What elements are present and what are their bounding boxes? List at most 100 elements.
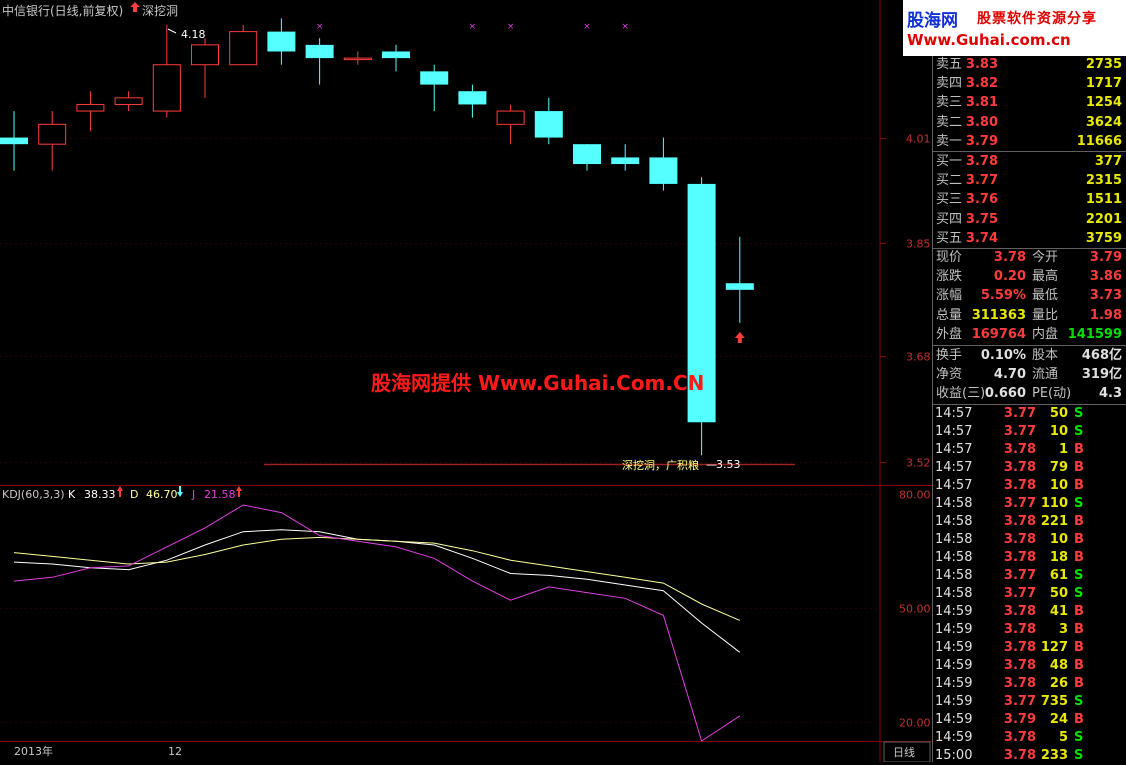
tick-price: 3.77 [1003, 568, 1036, 583]
info-left: 涨跌 0.20 [934, 267, 1030, 286]
tick-volume: 735 [1040, 694, 1068, 709]
candle[interactable] [420, 64, 449, 112]
kdj-k-legend-value: 38.33 [84, 488, 116, 501]
candle-body [725, 283, 754, 290]
candle[interactable] [343, 51, 372, 65]
ask-price: 3.81 [965, 95, 998, 111]
kdj-line-k[interactable] [13, 529, 741, 653]
info-label: 流通 [1032, 367, 1059, 383]
buy-arrow-icon [734, 332, 745, 343]
info-label: 总量 [936, 307, 963, 323]
info-left: 换手 0.10% [934, 346, 1030, 365]
kdj-lines[interactable] [13, 504, 741, 742]
tick-row: 14:58 3.78 221 B [934, 513, 1126, 531]
tick-row: 14:59 3.78 3 B [934, 621, 1126, 639]
period-label[interactable]: 日线 [893, 745, 915, 759]
signal-x-marker: × [469, 22, 477, 32]
kdj-grid: 80.00 50.00 20.00 [0, 489, 931, 730]
tick-side: B [1074, 532, 1084, 547]
tick-row: 14:57 3.77 50 S [934, 405, 1126, 423]
tick-volume: 233 [1040, 748, 1068, 763]
tick-side: B [1074, 676, 1084, 691]
info-value: 5.59% [980, 288, 1026, 304]
candle[interactable] [76, 91, 105, 131]
ask-volume: 1254 [1085, 95, 1122, 111]
info-right: 流通 319亿 [1030, 365, 1126, 384]
tick-side: B [1074, 514, 1084, 529]
candle-body [496, 110, 525, 125]
info-value: 3.73 [1089, 288, 1122, 304]
tick-price: 3.77 [1003, 694, 1036, 709]
info-label: 最高 [1032, 269, 1059, 285]
info-right: 量比 1.98 [1030, 306, 1126, 325]
price-tick-label: 3.68 [906, 351, 931, 364]
tick-row: 14:58 3.78 10 B [934, 531, 1126, 549]
bid-price: 3.75 [965, 211, 998, 227]
candle[interactable] [458, 84, 487, 118]
high-pointer [167, 28, 177, 34]
tick-time: 14:59 [935, 640, 973, 655]
tick-row: 14:58 3.77 110 S [934, 495, 1126, 513]
chart-area[interactable]: 4.01 3.85 3.68 3.52 80.00 50.00 20.00 × × × × × 中… [0, 0, 934, 762]
tick-volume: 41 [1049, 604, 1068, 619]
tick-volume: 18 [1049, 550, 1068, 565]
candle[interactable] [687, 177, 716, 456]
info-label: 现价 [936, 250, 963, 265]
candle[interactable] [0, 111, 28, 171]
tick-price: 3.77 [1003, 406, 1036, 421]
low-label: 3.53 [716, 458, 741, 471]
ask-price: 3.83 [965, 57, 998, 72]
info-value: 4.3 [1098, 386, 1122, 402]
tick-side: S [1074, 694, 1084, 709]
candle[interactable] [573, 144, 601, 171]
info-label: 股本 [1032, 348, 1059, 363]
candle-body [611, 157, 640, 165]
candle[interactable] [725, 236, 754, 323]
kdj-line-d[interactable] [13, 536, 740, 621]
tick-volume: 1 [1058, 442, 1068, 457]
candle[interactable] [191, 38, 219, 98]
candle[interactable] [305, 38, 334, 85]
tick-row: 14:58 3.77 50 S [934, 585, 1126, 603]
tick-side: B [1074, 460, 1084, 475]
candle[interactable] [38, 111, 67, 171]
candle[interactable] [114, 91, 143, 112]
tick-price: 3.78 [1003, 442, 1036, 457]
candle-body [573, 144, 601, 165]
candle[interactable] [229, 25, 258, 66]
candle-body [76, 103, 105, 112]
ask-volume: 1717 [1085, 76, 1122, 92]
tick-time: 14:59 [935, 658, 973, 673]
candle[interactable] [267, 18, 296, 65]
tick-row: 14:57 3.78 79 B [934, 459, 1126, 477]
tick-volume: 61 [1049, 568, 1068, 583]
info-left: 总量 311363 [934, 306, 1030, 325]
info-label: 今开 [1032, 250, 1059, 265]
tick-volume: 10 [1049, 424, 1068, 439]
ask-row: 卖五 3.83 2735 [934, 55, 1126, 74]
ask-row: 卖三 3.81 1254 [934, 93, 1126, 112]
info-right: 最低 3.73 [1030, 286, 1126, 305]
tick-volume: 3 [1058, 622, 1068, 637]
price-grid: 4.01 3.85 3.68 3.52 [0, 133, 931, 470]
price-tick-label: 4.01 [906, 133, 931, 146]
candle[interactable] [534, 97, 563, 145]
tick-side: B [1074, 622, 1084, 637]
candle-body [305, 44, 334, 59]
candle[interactable] [382, 44, 410, 72]
tick-time: 14:59 [935, 604, 973, 619]
kdj-j-legend-value: 21.58 [204, 488, 236, 501]
info-value: 1.98 [1089, 307, 1122, 323]
bid-row: 买二 3.77 2315 [934, 171, 1126, 190]
tick-row: 14:57 3.77 10 S [934, 423, 1126, 441]
candle-body [343, 57, 372, 61]
candle-body [0, 137, 28, 145]
bid-price: 3.78 [965, 154, 998, 169]
candle[interactable] [611, 144, 640, 171]
tick-price: 3.77 [1003, 424, 1036, 439]
candle[interactable] [649, 137, 678, 191]
candle[interactable] [152, 25, 181, 118]
tick-row: 14:59 3.78 41 B [934, 603, 1126, 621]
info-label: 内盘 [1032, 326, 1059, 342]
tick-price: 3.77 [1003, 586, 1036, 601]
